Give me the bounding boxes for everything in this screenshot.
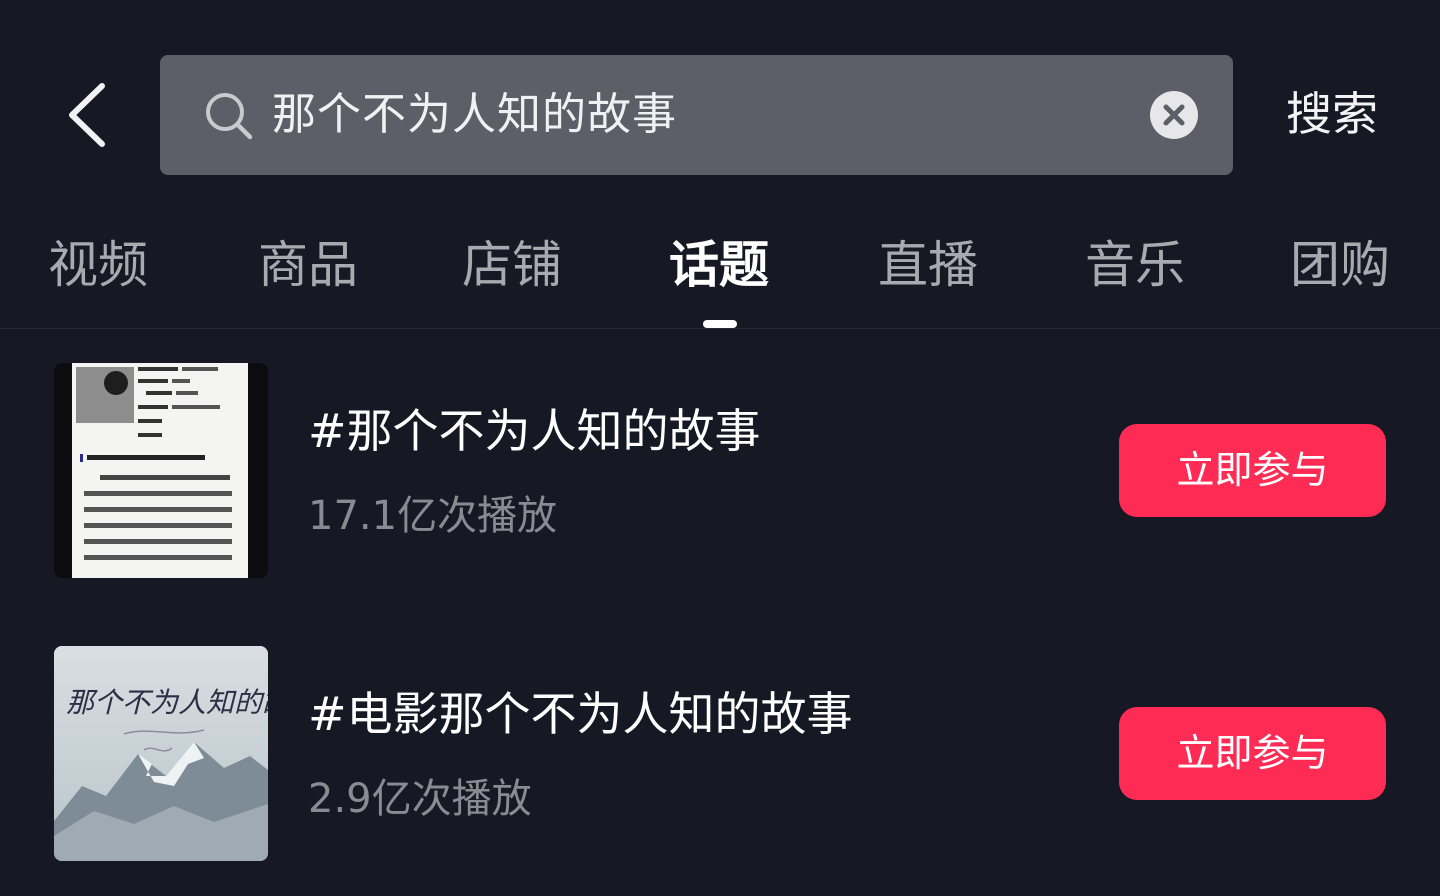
tab-shops[interactable]: 店铺	[462, 232, 562, 298]
back-button[interactable]	[58, 80, 122, 150]
topic-title[interactable]: #电影那个不为人知的故事	[308, 684, 853, 744]
chevron-left-icon	[69, 83, 105, 147]
document-page-image	[72, 363, 248, 578]
tab-music[interactable]: 音乐	[1085, 232, 1185, 298]
poster-title: 那个不为人知的故事	[66, 686, 268, 719]
tab-products[interactable]: 商品	[258, 232, 358, 298]
tab-group-buy[interactable]: 团购	[1290, 232, 1390, 298]
tab-live[interactable]: 直播	[878, 232, 978, 298]
tab-videos[interactable]: 视频	[48, 232, 148, 298]
topic-result-row[interactable]: 那个不为人知的故事 #电影那个不为人知的故事 2.9亿次播放 立即参与	[0, 646, 1440, 866]
search-results-page: 那个不为人知的故事 搜索 视频 商品 店铺 话题 直播 音乐 团购 #那个不为人…	[0, 0, 1440, 896]
tab-topics[interactable]: 话题	[669, 232, 769, 298]
topic-thumbnail[interactable]: 那个不为人知的故事	[54, 646, 268, 861]
search-icon	[206, 93, 253, 140]
search-box[interactable]: 那个不为人知的故事	[160, 55, 1233, 175]
topic-play-count: 17.1亿次播放	[308, 493, 558, 539]
clear-icon[interactable]	[1150, 91, 1198, 139]
join-topic-button[interactable]: 立即参与	[1119, 424, 1386, 517]
join-topic-button[interactable]: 立即参与	[1119, 707, 1386, 800]
search-input[interactable]: 那个不为人知的故事	[272, 55, 677, 175]
search-button[interactable]: 搜索	[1286, 84, 1378, 144]
topic-thumbnail[interactable]	[54, 363, 268, 578]
movie-poster-image: 那个不为人知的故事	[54, 646, 268, 861]
topic-title[interactable]: #那个不为人知的故事	[308, 401, 761, 461]
topic-result-row[interactable]: #那个不为人知的故事 17.1亿次播放 立即参与	[0, 363, 1440, 583]
tabs-divider	[0, 328, 1440, 329]
active-tab-indicator	[703, 320, 737, 328]
close-icon	[1163, 104, 1185, 126]
topic-play-count: 2.9亿次播放	[308, 776, 532, 822]
